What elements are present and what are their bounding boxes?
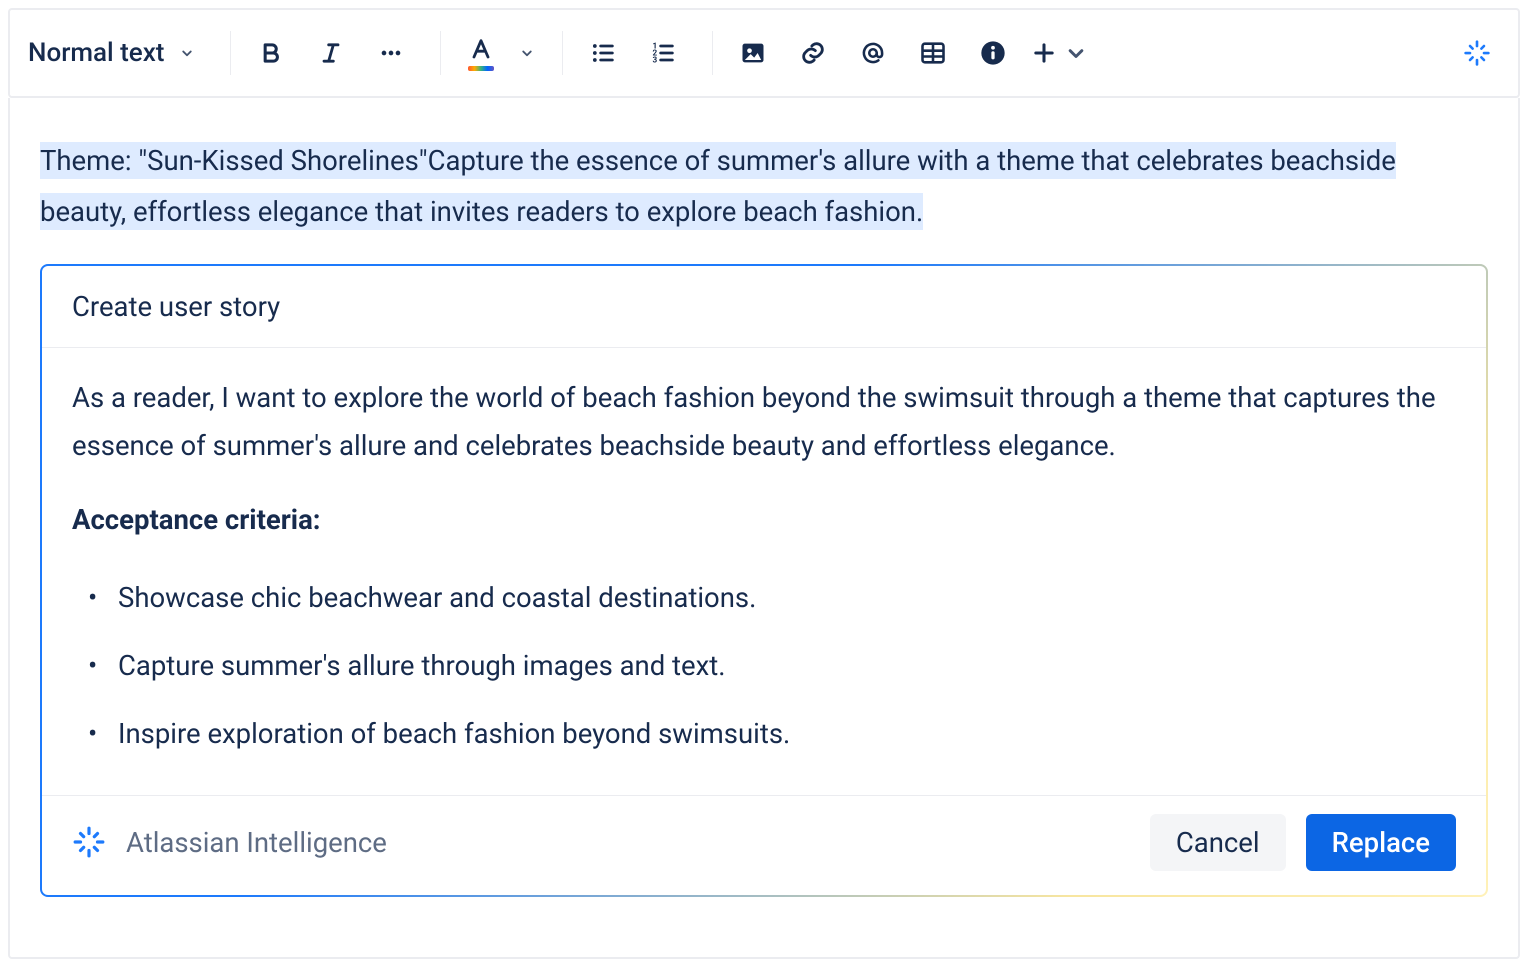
chevron-down-icon [178,44,196,62]
ai-panel: Create user story As a reader, I want to… [40,264,1488,897]
mention-button[interactable] [850,30,896,76]
editor-app: Normal text [0,0,1528,967]
link-button[interactable] [790,30,836,76]
ai-criteria-item: Showcase chic beachwear and coastal dest… [118,568,1456,628]
replace-button[interactable]: Replace [1306,814,1456,871]
selected-text: Theme: "Sun-Kissed Shorelines"Capture th… [40,142,1396,230]
table-icon [919,39,947,67]
svg-text:3: 3 [653,54,658,64]
ai-footer: Atlassian Intelligence Cancel Replace [42,795,1486,895]
bold-button[interactable] [248,30,294,76]
table-button[interactable] [910,30,956,76]
numbered-list-button[interactable]: 1 2 3 [640,30,686,76]
text-style-label: Normal text [28,38,164,68]
cancel-button[interactable]: Cancel [1150,814,1286,871]
ai-criteria-heading: Acceptance criteria: [72,496,1456,544]
info-icon [979,39,1007,67]
italic-button[interactable] [308,30,354,76]
theme-paragraph[interactable]: Theme: "Sun-Kissed Shorelines"Capture th… [40,136,1488,238]
atlassian-intelligence-icon [1463,39,1491,67]
more-formatting-button[interactable] [368,30,414,76]
text-color-icon [467,36,495,64]
ai-prompt-input[interactable]: Create user story [42,266,1486,348]
bullet-list-button[interactable] [580,30,626,76]
editor-body[interactable]: Theme: "Sun-Kissed Shorelines"Capture th… [8,98,1520,959]
image-button[interactable] [730,30,776,76]
atlassian-intelligence-button[interactable] [1454,30,1500,76]
mention-icon [859,39,887,67]
color-swatch-icon [468,66,494,71]
italic-icon [317,39,345,67]
text-style-picker[interactable]: Normal text [28,38,204,68]
ai-story-text: As a reader, I want to explore the world… [72,374,1456,470]
chevron-down-icon [1062,39,1090,67]
numbered-list-icon: 1 2 3 [649,39,677,67]
ai-prompt-value: Create user story [72,290,280,323]
ai-criteria-item: Capture summer's allure through images a… [118,636,1456,696]
chevron-down-icon[interactable] [518,44,536,62]
plus-icon [1030,39,1058,67]
ai-criteria-list: Showcase chic beachwear and coastal dest… [72,568,1456,764]
link-icon [799,39,827,67]
editor-toolbar: Normal text [8,8,1520,98]
ai-output: As a reader, I want to explore the world… [42,348,1486,795]
ai-footer-label: Atlassian Intelligence [126,826,387,859]
insert-more-button[interactable] [1030,30,1090,76]
bullet-list-icon [589,39,617,67]
image-icon [739,39,767,67]
bold-icon [257,39,285,67]
text-color-button[interactable] [458,30,504,76]
ai-criteria-item: Inspire exploration of beach fashion bey… [118,704,1456,764]
atlassian-intelligence-icon [72,825,106,859]
ellipsis-icon [377,39,405,67]
info-panel-button[interactable] [970,30,1016,76]
